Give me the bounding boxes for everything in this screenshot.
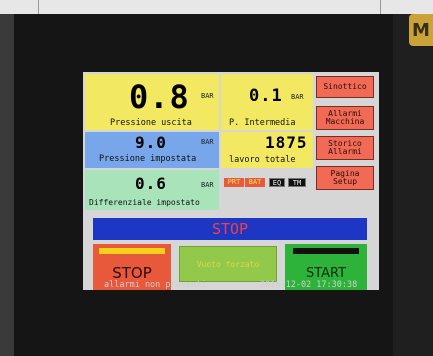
differenziale-label: Differenziale impostato: [89, 198, 200, 207]
background-wall: [0, 0, 433, 14]
lavoro-totale-panel: 1875 lavoro totale: [221, 132, 313, 168]
p-intermedia-label: P. Intermedia: [229, 118, 296, 128]
pressione-impostata-panel[interactable]: 9.0 BAR Pressione impostata: [85, 132, 219, 168]
start-button-label: START: [305, 266, 347, 281]
storico-allarmi-button[interactable]: Storico Allarmi: [316, 136, 374, 160]
pressione-uscita-label: Pressione uscita: [110, 118, 192, 128]
pressione-impostata-value: 9.0: [135, 133, 167, 152]
vuoto-forzato-label: Vuoto forzato: [196, 259, 260, 269]
machine-status-bar: STOP: [93, 218, 367, 240]
pressione-uscita-unit: BAR: [201, 92, 214, 100]
indicator-tm: TM: [288, 178, 306, 187]
wall-edge-left: [38, 0, 39, 14]
storico-allarmi-line2: Allarmi: [328, 147, 362, 156]
indicator-prt: PRT: [224, 178, 244, 187]
sinottico-label: Sinottico: [323, 82, 367, 91]
allarmi-macchina-button[interactable]: Allarmi Macchina: [316, 106, 374, 130]
hmi-screen: 0.8 BAR Pressione uscita 0.1 BAR P. Inte…: [83, 72, 379, 290]
pressione-uscita-value: 0.8: [129, 78, 190, 116]
allarmi-macchina-line2: Macchina: [325, 117, 365, 126]
wall-edge-right: [380, 0, 381, 14]
lavoro-totale-label: lavoro totale: [229, 155, 296, 165]
alarm-status-text: allarmi non presenti: [104, 280, 207, 290]
lavoro-totale-value: 1875: [265, 133, 308, 152]
pagina-setup-line2: Setup: [332, 177, 358, 186]
p-intermedia-value: 0.1: [249, 86, 283, 106]
pressione-uscita-panel: 0.8 BAR Pressione uscita: [85, 74, 219, 130]
differenziale-unit: BAR: [201, 181, 214, 189]
indicator-eq: EQ: [269, 178, 285, 187]
machine-status-text: STOP: [211, 220, 249, 238]
pagina-setup-button[interactable]: Pagina Setup: [316, 166, 374, 190]
sinottico-button[interactable]: Sinottico: [316, 76, 374, 98]
pressione-impostata-label: Pressione impostata: [99, 154, 197, 164]
start-indicator-bar: [293, 248, 359, 254]
enclosure-left: [0, 14, 14, 356]
datetime-text: 2016-12-02 17:30:38: [260, 280, 358, 290]
indicator-bat: BAT: [245, 178, 265, 187]
p-intermedia-unit: BAR: [291, 93, 304, 101]
differenziale-value: 0.6: [135, 174, 167, 193]
enclosure-right: [393, 14, 433, 356]
pressione-impostata-unit: BAR: [201, 138, 214, 146]
vuoto-forzato-button[interactable]: Vuoto forzato: [179, 246, 277, 282]
brand-logo: M: [409, 14, 433, 46]
p-intermedia-panel: 0.1 BAR P. Intermedia: [221, 74, 313, 130]
differenziale-panel[interactable]: 0.6 BAR Differenziale impostato: [85, 170, 219, 210]
stop-indicator-bar: [99, 248, 165, 254]
